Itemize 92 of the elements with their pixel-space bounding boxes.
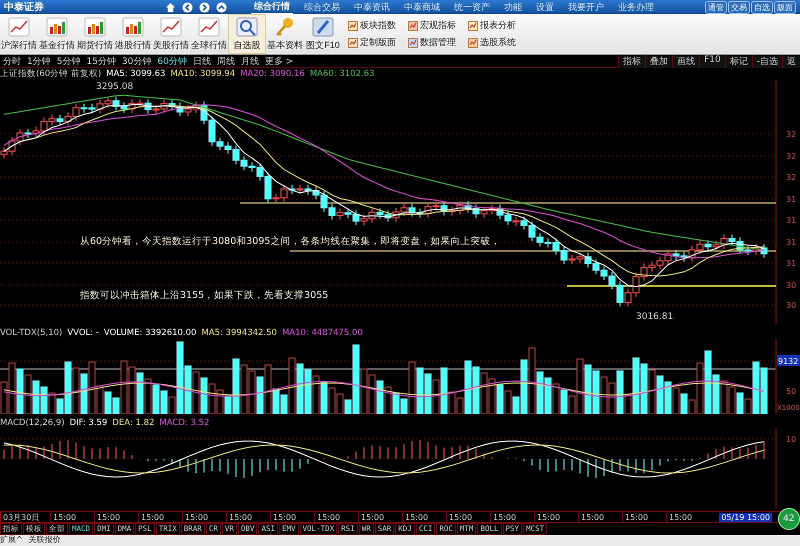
time-label: 15:00 [402,512,446,522]
toolbar-button[interactable]: 美股行情 [152,14,190,54]
axis-label: 9132 [777,355,800,366]
toolbar-link[interactable]: 宏观指标 [408,19,456,32]
time-label: 15:00 [226,512,270,522]
axis-label: 31 [786,259,796,268]
time-label: 15:00 [490,512,534,522]
axis-label: 50 [786,387,796,396]
menu-item[interactable]: 功能 [501,0,525,14]
legend-value: MA5: 3099.63 [106,69,166,79]
cursor-time-label: 05/19 15:00 [719,512,772,522]
period-tab[interactable]: 日线 [190,54,214,68]
toolbar-link[interactable]: 数据管理 [408,36,456,49]
annotation-text: 指数可以冲击箱体上沿3155，如果下跌，先看支撑3055 [80,290,328,302]
bottom-tab[interactable]: 关联报价 [28,535,61,546]
axis-label: 32 [786,173,796,182]
quick-button[interactable]: 交易 [728,0,750,14]
legend-value: MA20: 3090.16 [240,69,305,79]
axis-label: 10 [786,435,796,444]
time-label: 15:00 [314,512,358,522]
legend-value: DIF: 3.59 [70,418,108,428]
legend-value: MA10: 4487475.00 [282,328,363,338]
toolbar-link[interactable]: 报表分析 [468,19,516,32]
tool-button[interactable]: F10 [699,54,725,68]
quick-button[interactable]: 自选 [751,0,773,14]
high-price-label: 3295.08 [96,82,134,92]
legend-value: VOLUME: 3392610.00 [104,328,196,338]
time-label: 15:00 [534,512,578,522]
legend-value: MA5: 3994342.50 [201,328,277,338]
toolbar-button[interactable]: 基金行情 [38,14,76,54]
toolbar-link[interactable]: 选股系统 [468,36,516,49]
app-logo: 中泰证券 [4,0,44,14]
legend-value: MA10: 3099.94 [170,69,236,79]
period-tab[interactable]: 1分钟 [24,54,54,68]
quick-button[interactable]: 通管 [705,0,727,14]
axis-label: 32 [786,152,796,161]
menu-item[interactable]: 统一资产 [451,0,493,14]
toolbar-button[interactable]: 图文F10 [304,14,342,54]
tool-button[interactable]: 指标 [618,54,646,68]
tool-button[interactable]: 返 [782,54,800,68]
toolbar-button[interactable]: 港股行情 [114,14,152,54]
axis-label: 30 [786,281,796,290]
menu-item[interactable]: 业务办理 [615,0,657,14]
toolbar-button[interactable]: 基本资料 [266,14,304,54]
chart-title: 上证指数(60分钟 前复权) [0,68,102,80]
gauge-badge[interactable]: 42 [778,508,800,530]
period-tab[interactable]: 更多 > [262,54,296,68]
axis-label: 31 [786,238,796,247]
legend-value: MA60: 3102.63 [310,69,374,79]
menu-item[interactable]: 中泰资讯 [351,0,393,14]
legend-value: VVOL: - [67,328,99,338]
quick-button[interactable]: 版面 [774,0,796,14]
toolbar-link[interactable]: 板块指数 [348,19,396,32]
time-label: 15:00 [666,512,710,522]
legend-value: MACD: 3.52 [159,418,210,428]
tool-button[interactable]: 叠加 [645,54,672,68]
time-label: 15:00 [270,512,314,522]
time-label: 15:00 [622,512,666,522]
toolbar-link[interactable]: 定制版面 [348,36,396,49]
toolbar-button[interactable]: 自选股 [228,14,266,54]
toolbar-button[interactable]: 期货行情 [76,14,114,54]
period-tab[interactable]: 5分钟 [54,54,84,68]
period-tab[interactable]: 15分钟 [83,54,119,68]
time-label: 15:00 [94,512,138,522]
axis-label: 31 [786,216,796,225]
period-tab[interactable]: 月线 [238,54,262,68]
low-price-label: 3016.81 [636,312,674,322]
tool-button[interactable]: 画线 [672,54,700,68]
axis-label: 31 [786,195,796,204]
time-label: 15:00 [182,512,226,522]
time-label: 15:00 [358,512,402,522]
chart-title: VOL-TDX(5,10) [0,328,62,338]
menu-item[interactable]: 中泰商城 [401,0,443,14]
time-label: 15:00 [578,512,622,522]
axis-label: 30 [786,301,796,310]
annotation-text: 从60分钟看，今天指数运行于3080和3095之间，各条均线在聚集，即将变盘，如果向上突破， [80,236,500,248]
time-label: 15:00 [138,512,182,522]
menu-item[interactable]: 综合交易 [301,0,343,14]
chart-title: MACD(12,26,9) [0,418,65,428]
period-tab[interactable]: 60分钟 [154,54,190,68]
menu-item[interactable]: 我要开户 [565,0,607,14]
legend-value: DEA: 1.82 [112,418,154,428]
period-tab[interactable]: 分时 [0,54,24,68]
time-label: 15:00 [50,512,94,522]
menu-item[interactable]: 设置 [533,0,557,14]
period-tab[interactable]: 周线 [214,54,238,68]
period-tab[interactable]: 30分钟 [118,54,154,68]
time-label: 15:00 [446,512,490,522]
toolbar-button[interactable]: 沪深行情 [0,14,38,54]
bottom-tab[interactable]: 扩展^ [0,535,23,546]
toolbar-button[interactable]: 全球行情 [190,14,228,54]
axis-label: 32 [786,130,796,139]
